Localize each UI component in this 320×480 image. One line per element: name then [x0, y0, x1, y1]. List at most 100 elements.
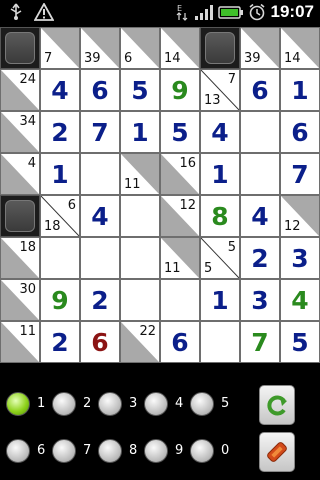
- clue-cell: 18: [0, 237, 40, 279]
- number-radio-9[interactable]: [144, 439, 168, 463]
- number-radio-2[interactable]: [52, 392, 76, 416]
- entry-cell[interactable]: 4: [40, 69, 80, 111]
- entry-cell[interactable]: [80, 237, 120, 279]
- number-radio-label[interactable]: 2: [83, 397, 91, 411]
- number-radio-label[interactable]: 1: [37, 397, 45, 411]
- number-radio-label[interactable]: 3: [129, 397, 137, 411]
- across-clue: 30: [19, 282, 36, 297]
- entry-cell[interactable]: 7: [240, 321, 280, 363]
- entry-cell[interactable]: [120, 279, 160, 321]
- clue-cell: 14: [280, 27, 320, 69]
- number-radio-0[interactable]: [190, 439, 214, 463]
- entry-cell[interactable]: 2: [40, 111, 80, 153]
- cell-value: 9: [51, 285, 69, 315]
- entry-cell[interactable]: 6: [80, 69, 120, 111]
- number-radio-label[interactable]: 6: [37, 444, 45, 458]
- entry-cell[interactable]: 6: [240, 69, 280, 111]
- number-radio-label[interactable]: 9: [175, 444, 183, 458]
- entry-cell[interactable]: 1: [120, 111, 160, 153]
- entry-cell[interactable]: 2: [80, 279, 120, 321]
- clue-cell: 14: [160, 27, 200, 69]
- entry-cell[interactable]: 1: [40, 153, 80, 195]
- undo-button[interactable]: [259, 385, 295, 425]
- blocked-cell: [200, 27, 240, 69]
- entry-cell[interactable]: 4: [240, 195, 280, 237]
- signal-icon: [195, 5, 213, 20]
- entry-cell[interactable]: [240, 111, 280, 153]
- blocked-cell-marker: [5, 32, 35, 64]
- entry-cell[interactable]: [200, 321, 240, 363]
- entry-cell[interactable]: 8: [200, 195, 240, 237]
- entry-cell[interactable]: 4: [280, 279, 320, 321]
- entry-cell[interactable]: 2: [40, 321, 80, 363]
- across-clue: 34: [19, 114, 36, 129]
- entry-cell[interactable]: 1: [200, 279, 240, 321]
- entry-cell[interactable]: 4: [200, 111, 240, 153]
- entry-cell[interactable]: [120, 195, 160, 237]
- clue-cell: 11: [120, 153, 160, 195]
- cell-value: 2: [51, 327, 69, 357]
- number-radio-label[interactable]: 7: [83, 444, 91, 458]
- entry-cell[interactable]: 1: [280, 69, 320, 111]
- entry-cell[interactable]: 9: [160, 69, 200, 111]
- clue-cell: 30: [0, 279, 40, 321]
- cell-value: 1: [291, 75, 309, 105]
- clear-button[interactable]: [259, 432, 295, 472]
- entry-cell[interactable]: [240, 153, 280, 195]
- entry-cell[interactable]: 5: [120, 69, 160, 111]
- clue-cell: 11: [160, 237, 200, 279]
- cell-value: 5: [171, 117, 189, 147]
- cell-value: 4: [291, 285, 309, 315]
- blocked-cell: [0, 27, 40, 69]
- entry-cell[interactable]: 1: [200, 153, 240, 195]
- entry-cell[interactable]: 7: [80, 111, 120, 153]
- entry-cell[interactable]: 3: [280, 237, 320, 279]
- cell-value: 5: [291, 327, 309, 357]
- clue-cell: 7 13: [200, 69, 240, 111]
- entry-cell[interactable]: 6: [160, 321, 200, 363]
- number-radio-label[interactable]: 5: [221, 397, 229, 411]
- down-clue: 39: [84, 51, 101, 66]
- clue-cell: 22: [120, 321, 160, 363]
- number-radio-8[interactable]: [98, 439, 122, 463]
- number-radio-label[interactable]: 4: [175, 397, 183, 411]
- cell-value: 4: [251, 201, 269, 231]
- cell-value: 4: [51, 75, 69, 105]
- entry-cell[interactable]: 6: [80, 321, 120, 363]
- entry-cell[interactable]: 5: [280, 321, 320, 363]
- number-radio-1[interactable]: [6, 392, 30, 416]
- number-radio-5[interactable]: [190, 392, 214, 416]
- cell-value: 6: [251, 75, 269, 105]
- clue-cell: 6: [120, 27, 160, 69]
- number-radio-4[interactable]: [144, 392, 168, 416]
- entry-cell[interactable]: [80, 153, 120, 195]
- entry-cell[interactable]: [40, 237, 80, 279]
- entry-cell[interactable]: 7: [280, 153, 320, 195]
- clue-cell: 55: [200, 237, 240, 279]
- entry-cell[interactable]: 9: [40, 279, 80, 321]
- cell-value: 1: [211, 285, 229, 315]
- down-clue: 14: [284, 51, 301, 66]
- entry-cell[interactable]: 2: [240, 237, 280, 279]
- cell-value: 4: [91, 201, 109, 231]
- entry-cell[interactable]: 6: [280, 111, 320, 153]
- entry-cell[interactable]: 4: [80, 195, 120, 237]
- entry-cell[interactable]: 5: [160, 111, 200, 153]
- entry-cell[interactable]: [160, 279, 200, 321]
- cell-value: 6: [171, 327, 189, 357]
- across-clue: 18: [19, 240, 36, 255]
- entry-cell[interactable]: [120, 237, 160, 279]
- across-clue: 7: [227, 72, 236, 87]
- cell-value: 2: [91, 285, 109, 315]
- alarm-icon: [249, 3, 265, 21]
- clue-cell: 6 18: [40, 195, 80, 237]
- number-radio-7[interactable]: [52, 439, 76, 463]
- number-radio-label[interactable]: 8: [129, 444, 137, 458]
- number-radio-6[interactable]: [6, 439, 30, 463]
- cell-value: 4: [211, 117, 229, 147]
- undo-arrow-icon: [267, 395, 287, 416]
- number-radio-3[interactable]: [98, 392, 122, 416]
- number-radio-label[interactable]: 0: [221, 444, 229, 458]
- entry-cell[interactable]: 3: [240, 279, 280, 321]
- data-icon: E: [176, 4, 188, 21]
